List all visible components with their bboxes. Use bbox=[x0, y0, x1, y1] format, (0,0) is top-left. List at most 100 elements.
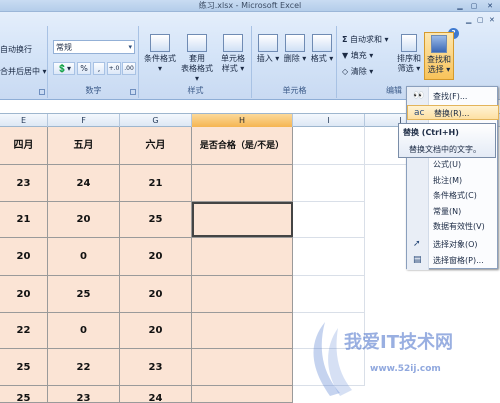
alignment-group: 自动换行 合并后居中 ▾ bbox=[0, 26, 48, 98]
close-icon[interactable]: ✕ bbox=[484, 2, 496, 11]
fill-button[interactable]: ▼ 填充 ▾ bbox=[342, 50, 373, 61]
data-cell[interactable]: 0 bbox=[48, 313, 120, 349]
format-button[interactable]: 格式 ▾ bbox=[309, 34, 335, 64]
watermark-text: 我爱IT技术网 bbox=[344, 332, 453, 353]
data-cell[interactable] bbox=[192, 165, 293, 202]
maximize-icon[interactable]: ▢ bbox=[468, 2, 480, 11]
data-cell[interactable]: 25 bbox=[120, 202, 192, 238]
replace-tooltip: 替换 (Ctrl+H) 替换文档中的文字。 bbox=[398, 123, 496, 158]
data-cell[interactable]: 21 bbox=[0, 202, 48, 238]
data-cell[interactable]: 20 bbox=[0, 276, 48, 313]
empty-cell[interactable] bbox=[293, 165, 365, 202]
empty-cell[interactable] bbox=[293, 127, 365, 165]
sigma-icon: Σ bbox=[342, 35, 348, 44]
insert-button[interactable]: 插入 ▾ bbox=[255, 34, 281, 64]
conditional-format-button[interactable]: 条件格式 ▾ bbox=[142, 34, 178, 74]
header-cell-pass[interactable]: 是否合格（是/不是） bbox=[192, 127, 293, 165]
data-cell[interactable] bbox=[192, 276, 293, 313]
eraser-icon: ◇ bbox=[342, 67, 349, 76]
autosum-button[interactable]: Σ 自动求和 ▾ bbox=[342, 34, 389, 45]
ribbon-close-icon[interactable]: ✕ bbox=[489, 16, 495, 24]
title-bar: 练习.xlsx - Microsoft Excel ▁ ▢ ✕ bbox=[0, 0, 500, 12]
active-cell-selection[interactable] bbox=[192, 202, 293, 237]
data-cell[interactable]: 20 bbox=[120, 276, 192, 313]
data-cell[interactable]: 23 bbox=[120, 349, 192, 386]
menu-item-comments[interactable]: 批注(M) bbox=[407, 173, 499, 188]
comma-button[interactable]: , bbox=[93, 62, 105, 75]
watermark-url: www.52ij.com bbox=[370, 364, 441, 374]
number-format-select[interactable]: 常规 ▾ bbox=[53, 40, 135, 54]
menu-item-formulas[interactable]: 公式(U) bbox=[407, 157, 499, 172]
header-cell-april[interactable]: 四月 bbox=[0, 127, 48, 165]
replace-icon: ac bbox=[414, 108, 425, 118]
data-cell[interactable]: 0 bbox=[48, 238, 120, 276]
number-group: 常规 ▾ 💲▾ % , +.0 .00 数字 bbox=[49, 26, 139, 98]
conditional-format-icon bbox=[150, 34, 170, 52]
header-cell-june[interactable]: 六月 bbox=[120, 127, 192, 165]
empty-cell[interactable] bbox=[293, 276, 365, 313]
ribbon-restore-icon[interactable]: ▢ bbox=[477, 16, 484, 24]
styles-group-label: 样式 bbox=[187, 86, 204, 95]
find-select-button[interactable]: 查找和 选择 ▾ bbox=[424, 32, 454, 80]
number-launcher-icon[interactable] bbox=[130, 89, 136, 95]
menu-item-selection-pane[interactable]: ▤ 选择窗格(P)... bbox=[407, 253, 499, 268]
empty-cell[interactable] bbox=[293, 202, 365, 238]
column-header-f[interactable]: F bbox=[48, 114, 120, 127]
data-cell[interactable] bbox=[192, 313, 293, 349]
column-header-i[interactable]: I bbox=[293, 114, 365, 127]
data-cell[interactable]: 22 bbox=[0, 313, 48, 349]
data-cell[interactable]: 25 bbox=[48, 276, 120, 313]
currency-button[interactable]: 💲▾ bbox=[53, 62, 75, 75]
data-cell[interactable]: 23 bbox=[48, 386, 120, 403]
data-cell[interactable]: 25 bbox=[0, 386, 48, 403]
binoculars-icon bbox=[431, 35, 447, 53]
fill-down-icon: ▼ bbox=[342, 51, 349, 60]
data-cell[interactable]: 24 bbox=[48, 165, 120, 202]
styles-group: 条件格式 ▾ 套用 表格格式 ▾ 单元格 样式 ▾ 样式 bbox=[140, 26, 252, 98]
empty-cell[interactable] bbox=[293, 238, 365, 276]
number-group-label: 数字 bbox=[85, 86, 102, 95]
data-cell[interactable]: 24 bbox=[120, 386, 192, 403]
menu-item-replace[interactable]: ac 替换(R)... bbox=[407, 105, 499, 120]
decrease-decimal-button[interactable]: .00 bbox=[122, 62, 136, 75]
menu-item-data-validation[interactable]: 数据有效性(V) bbox=[407, 219, 499, 234]
data-cell[interactable]: 25 bbox=[0, 349, 48, 386]
menu-item-conditional-format[interactable]: 条件格式(C) bbox=[407, 188, 499, 203]
data-cell[interactable]: 20 bbox=[120, 238, 192, 276]
window-title: 练习.xlsx - Microsoft Excel bbox=[198, 1, 302, 10]
ribbon-minimize-icon[interactable]: ▁ bbox=[466, 16, 471, 24]
tooltip-title: 替换 (Ctrl+H) bbox=[403, 128, 459, 137]
data-cell[interactable] bbox=[192, 349, 293, 386]
alignment-launcher-icon[interactable] bbox=[39, 89, 45, 95]
pointer-icon: ➚ bbox=[413, 239, 421, 249]
wrap-text-button[interactable]: 自动换行 bbox=[0, 44, 32, 55]
clear-button[interactable]: ◇ 清除 ▾ bbox=[342, 66, 373, 77]
column-header-g[interactable]: G bbox=[120, 114, 192, 127]
delete-button[interactable]: 删除 ▾ bbox=[282, 34, 308, 64]
data-cell[interactable] bbox=[192, 238, 293, 276]
menu-item-find[interactable]: 👀 查找(F)... bbox=[407, 89, 499, 104]
data-cell[interactable]: 20 bbox=[0, 238, 48, 276]
data-cell[interactable]: 20 bbox=[48, 202, 120, 238]
data-cell[interactable]: 22 bbox=[48, 349, 120, 386]
increase-decimal-button[interactable]: +.0 bbox=[107, 62, 121, 75]
chevron-down-icon: ▾ bbox=[128, 43, 132, 51]
cell-styles-icon bbox=[223, 34, 243, 52]
percent-button[interactable]: % bbox=[77, 62, 91, 75]
cell-styles-button[interactable]: 单元格 样式 ▾ bbox=[216, 34, 250, 74]
data-cell[interactable]: 23 bbox=[0, 165, 48, 202]
column-header-e[interactable]: E bbox=[0, 114, 48, 127]
data-cell[interactable]: 20 bbox=[120, 313, 192, 349]
data-cell[interactable]: 21 bbox=[120, 165, 192, 202]
menu-item-constants[interactable]: 常量(N) bbox=[407, 204, 499, 219]
table-format-button[interactable]: 套用 表格格式 ▾ bbox=[180, 34, 214, 84]
minimize-icon[interactable]: ▁ bbox=[454, 2, 466, 11]
sort-filter-button[interactable]: 排序和 筛选 ▾ bbox=[395, 34, 423, 74]
selection-pane-icon: ▤ bbox=[413, 255, 422, 265]
table-format-icon bbox=[187, 34, 207, 52]
column-header-h[interactable]: H bbox=[192, 114, 293, 127]
data-cell[interactable] bbox=[192, 386, 293, 403]
header-cell-may[interactable]: 五月 bbox=[48, 127, 120, 165]
menu-item-select-objects[interactable]: ➚ 选择对象(O) bbox=[407, 237, 499, 252]
merge-center-button[interactable]: 合并后居中 ▾ bbox=[0, 66, 47, 77]
